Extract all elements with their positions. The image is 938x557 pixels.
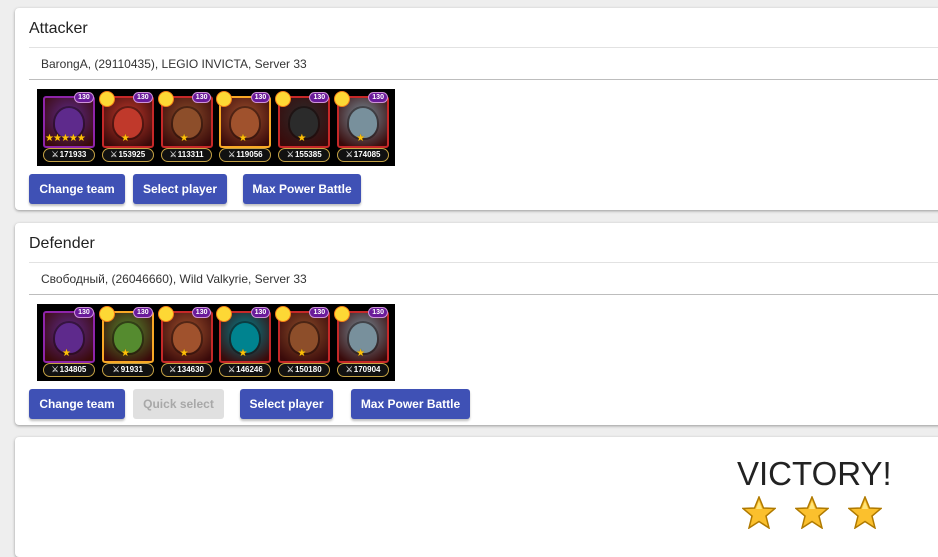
hero-stars: ★ (120, 348, 130, 359)
hero-stars: ★ (297, 348, 306, 359)
hero-stars: ★ (356, 348, 365, 359)
hero-stars: ★ (120, 133, 130, 144)
swords-icon: ⚔ (51, 150, 59, 159)
defender-card: Defender Свободный, (26046660), Wild Val… (15, 223, 938, 425)
hero-power-value: 153925 (118, 150, 146, 159)
hero-pet-icon (98, 91, 115, 107)
hero-slot[interactable]: 130 ★ ⚔113311 (157, 91, 216, 164)
hero-power-badge: ⚔170904 (337, 363, 389, 377)
hero-power-value: 119056 (236, 150, 263, 159)
defender-title: Defender (29, 235, 95, 252)
swords-icon: ⚔ (345, 365, 353, 374)
hero-slot[interactable]: 130 ★★★★★ ⚔171933 (40, 91, 98, 164)
hero-level-badge: 130 (309, 92, 330, 103)
hero-slot[interactable]: 130 ★ ⚔153925 (98, 91, 157, 164)
defender-quick-select-button: Quick select (133, 389, 224, 419)
hero-stars: ★ (179, 348, 189, 359)
hero-power-value: 171933 (59, 150, 87, 159)
hero-slot[interactable]: 130 ★ ⚔134805 (40, 306, 98, 379)
hero-power-value: 134630 (177, 365, 204, 374)
hero-power-badge: ⚔174085 (337, 148, 389, 162)
defender-team-strip[interactable]: 130 ★ ⚔134805 130 ★ ⚔91931 130 ★ ⚔134630 130 ★ ⚔146… (37, 304, 395, 381)
hero-level-badge: 130 (74, 92, 94, 103)
hero-level-badge: 130 (132, 92, 153, 103)
swords-icon: ⚔ (110, 150, 118, 159)
hero-level-badge: 130 (191, 307, 212, 318)
hero-level-badge: 130 (368, 307, 388, 318)
hero-stars: ★ (356, 133, 365, 144)
defender-player-field[interactable]: Свободный, (26046660), Wild Valkyrie, Se… (29, 262, 938, 295)
hero-level-badge: 130 (309, 307, 330, 318)
hero-slot[interactable]: 130 ★ ⚔146246 (216, 306, 274, 379)
victory-stars (742, 496, 882, 529)
attacker-title: Attacker (29, 20, 88, 37)
hero-pet-icon (157, 306, 174, 322)
hero-level-badge: 130 (250, 307, 271, 318)
hero-level-badge: 130 (132, 307, 153, 318)
hero-power-value: 134805 (59, 365, 87, 374)
hero-stars: ★ (62, 348, 71, 359)
hero-slot[interactable]: 130 ★ ⚔155385 (275, 91, 333, 164)
hero-power-value: 174085 (353, 150, 381, 159)
attacker-change-team-button[interactable]: Change team (29, 174, 125, 204)
swords-icon: ⚔ (286, 150, 294, 159)
battle-result-card: VICTORY! (15, 437, 938, 557)
hero-power-badge: ⚔150180 (278, 363, 331, 377)
hero-power-value: 150180 (294, 365, 322, 374)
attacker-player-field[interactable]: BarongA, (29110435), LEGIO INVICTA, Serv… (29, 47, 938, 80)
hero-stars: ★ (179, 133, 189, 144)
swords-icon: ⚔ (51, 365, 59, 374)
hero-pet-icon (98, 306, 115, 322)
hero-level-badge: 130 (368, 92, 388, 103)
swords-icon: ⚔ (112, 365, 120, 374)
defender-change-team-button[interactable]: Change team (29, 389, 125, 419)
swords-icon: ⚔ (228, 150, 236, 159)
hero-slot[interactable]: 130 ★ ⚔150180 (275, 306, 333, 379)
hero-stars: ★ (238, 133, 247, 144)
attacker-select-player-button[interactable]: Select player (133, 174, 227, 204)
hero-power-value: 91931 (120, 365, 143, 374)
hero-stars: ★ (238, 348, 247, 359)
defender-select-player-button[interactable]: Select player (240, 389, 333, 419)
hero-power-badge: ⚔119056 (219, 148, 272, 162)
swords-icon: ⚔ (345, 150, 353, 159)
victory-star-icon (848, 496, 882, 529)
hero-power-badge: ⚔134805 (43, 363, 95, 377)
hero-power-badge: ⚔146246 (219, 363, 272, 377)
hero-power-value: 170904 (353, 365, 381, 374)
hero-slot[interactable]: 130 ★ ⚔119056 (216, 91, 274, 164)
hero-power-badge: ⚔171933 (43, 148, 95, 162)
hero-level-badge: 130 (191, 92, 212, 103)
hero-slot[interactable]: 130 ★ ⚔134630 (157, 306, 216, 379)
swords-icon: ⚔ (169, 365, 177, 374)
attacker-card: Attacker BarongA, (29110435), LEGIO INVI… (15, 8, 938, 210)
hero-slot[interactable]: 130 ★ ⚔170904 (334, 306, 392, 379)
hero-power-value: 155385 (294, 150, 322, 159)
hero-stars: ★★★★★ (45, 133, 86, 144)
hero-stars: ★ (297, 133, 306, 144)
swords-icon: ⚔ (169, 150, 177, 159)
hero-power-badge: ⚔113311 (160, 148, 213, 162)
swords-icon: ⚔ (227, 365, 236, 374)
hero-pet-icon (157, 91, 174, 107)
hero-power-badge: ⚔91931 (101, 363, 154, 377)
victory-star-icon (742, 496, 776, 529)
hero-power-value: 146246 (236, 365, 263, 374)
swords-icon: ⚔ (286, 365, 294, 374)
hero-power-badge: ⚔155385 (278, 148, 331, 162)
hero-power-value: 113311 (177, 150, 204, 159)
attacker-team-strip[interactable]: 130 ★★★★★ ⚔171933 130 ★ ⚔153925 130 ★ ⚔113311 130… (37, 89, 395, 166)
hero-power-badge: ⚔134630 (160, 363, 213, 377)
victory-text: VICTORY! (737, 455, 892, 492)
hero-slot[interactable]: 130 ★ ⚔91931 (98, 306, 157, 379)
attacker-max-power-battle-button[interactable]: Max Power Battle (243, 174, 361, 204)
victory-star-icon (795, 496, 829, 529)
hero-level-badge: 130 (250, 92, 271, 103)
defender-max-power-battle-button[interactable]: Max Power Battle (351, 389, 470, 419)
hero-slot[interactable]: 130 ★ ⚔174085 (334, 91, 392, 164)
hero-power-badge: ⚔153925 (101, 148, 154, 162)
hero-level-badge: 130 (74, 307, 94, 318)
